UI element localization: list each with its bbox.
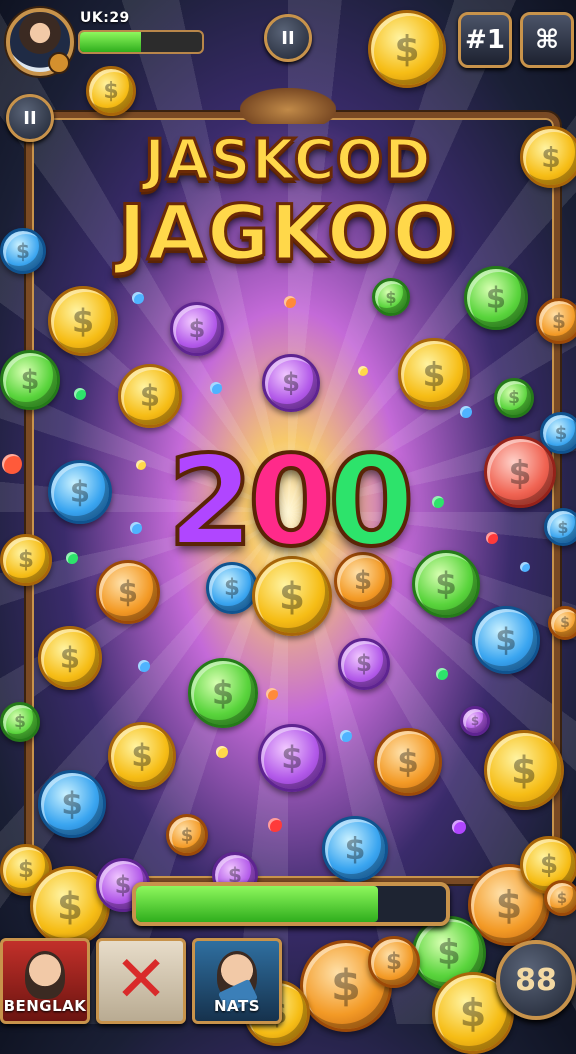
coin-icon: $: [170, 302, 224, 356]
title-line-2: JAGKOO: [116, 187, 459, 279]
player-id: UK:29: [80, 10, 130, 26]
coin-icon: $: [48, 286, 118, 356]
coin-icon: $: [0, 702, 40, 742]
coin-icon: $: [38, 770, 106, 838]
coin-icon: $: [472, 606, 540, 674]
health-bar-fill: [80, 32, 141, 52]
avatar-level-badge: [48, 52, 70, 74]
gem-icon: [266, 688, 278, 700]
health-bar: [78, 30, 204, 54]
coin-icon: $: [262, 354, 320, 412]
coin-icon: $: [464, 266, 528, 330]
character-card-benglak[interactable]: BENGLAK: [0, 938, 90, 1024]
cancel-card[interactable]: ✕: [96, 938, 186, 1024]
coin-icon: $: [374, 728, 442, 796]
coin-icon: $: [368, 936, 420, 988]
coin-icon: $: [368, 10, 446, 88]
settings-button[interactable]: ⌘: [520, 12, 574, 68]
frame-crest: [240, 88, 336, 124]
coin-icon: $: [322, 816, 388, 882]
gem-icon: [216, 746, 228, 758]
coin-icon: $: [86, 66, 136, 116]
character-portrait: [25, 951, 65, 999]
card-label: NATS: [213, 997, 261, 1015]
coin-icon: $: [484, 730, 564, 810]
gem-icon: [74, 388, 86, 400]
coin-icon: $: [536, 298, 576, 344]
gem-icon: [268, 818, 282, 832]
coin-icon: $: [108, 722, 176, 790]
rank-icon: #1: [465, 25, 505, 55]
coin-icon: $: [460, 706, 490, 736]
gem-icon: [284, 296, 296, 308]
close-icon: ✕: [114, 943, 168, 1017]
card-label: BENGLAK: [3, 997, 87, 1015]
gem-icon: [436, 668, 448, 680]
jackpot-digit: 0: [326, 428, 416, 576]
coin-icon: $: [398, 338, 470, 410]
coin-icon: $: [118, 364, 182, 428]
coin-icon: $: [494, 378, 534, 418]
jackpot-progress-fill: [136, 886, 378, 922]
jackpot-digit: 0: [246, 428, 336, 576]
coin-icon: $: [520, 126, 576, 188]
jackpot-digit: 2: [166, 428, 256, 576]
pause-icon: II: [23, 107, 37, 129]
jackpot-value: 200: [0, 428, 576, 576]
coin-icon: $: [258, 724, 326, 792]
score-badge: 88: [496, 940, 576, 1020]
coin-icon: $: [38, 626, 102, 690]
coin-icon: $: [0, 228, 46, 274]
gem-icon: [358, 366, 368, 376]
pause-icon: II: [281, 27, 295, 49]
title-line-1: JASKCOD: [143, 127, 433, 195]
gem-icon: [132, 292, 144, 304]
coin-icon: $: [338, 638, 390, 690]
coin-icon: $: [166, 814, 208, 856]
gem-icon: [210, 382, 222, 394]
gem-icon: [460, 406, 472, 418]
gem-icon: [452, 820, 466, 834]
leaderboard-button[interactable]: #1: [458, 12, 512, 68]
gem-icon: [138, 660, 150, 672]
character-card-nats[interactable]: NATS: [192, 938, 282, 1024]
coin-icon: $: [372, 278, 410, 316]
jackpot-progress-bar: [132, 882, 450, 926]
gem-icon: [340, 730, 352, 742]
coin-icon: $: [188, 658, 258, 728]
coin-icon: $: [548, 606, 576, 640]
coin-icon: $: [0, 350, 60, 410]
pause-button[interactable]: II: [264, 14, 312, 62]
score-value: 88: [515, 962, 557, 998]
coin-icon: $: [544, 880, 576, 916]
puzzle-icon: ⌘: [534, 25, 560, 55]
